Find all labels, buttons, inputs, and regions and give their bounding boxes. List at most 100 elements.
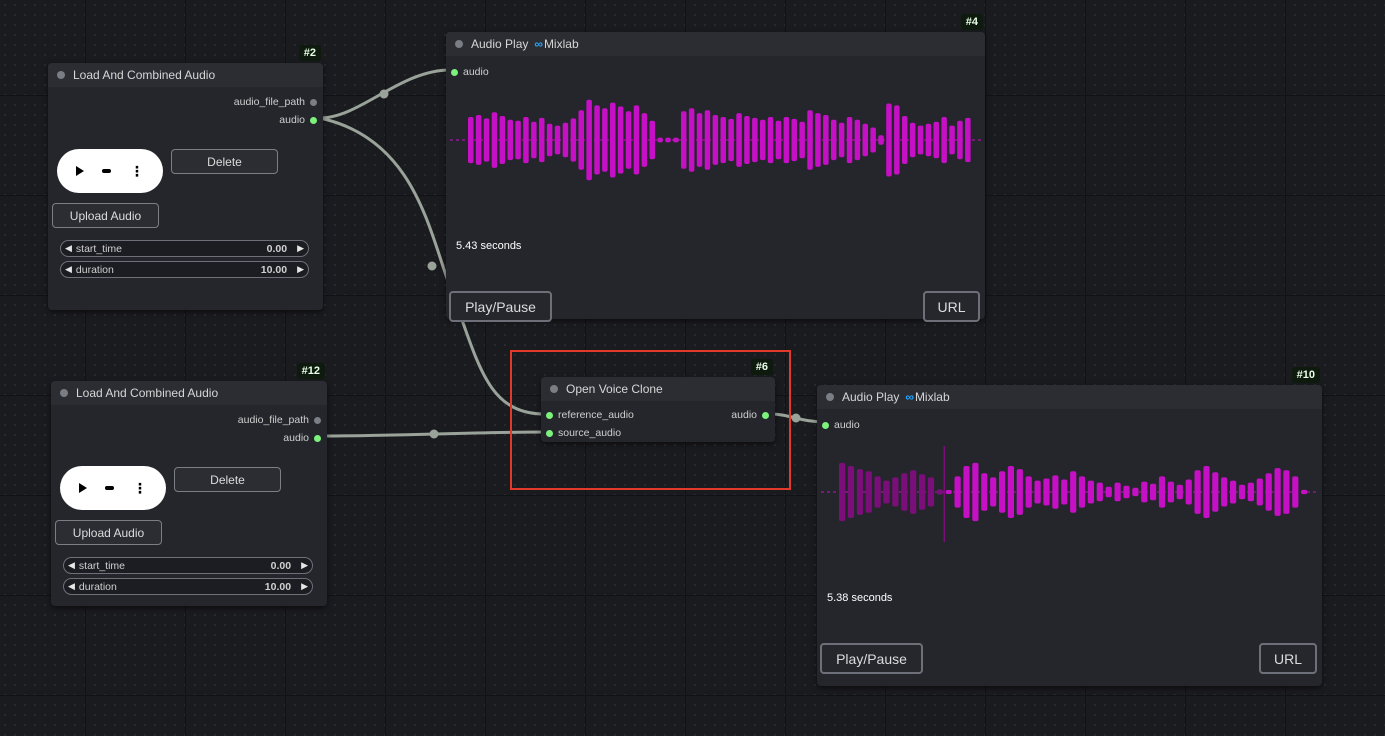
waveform-bar — [1043, 478, 1050, 506]
input-audio[interactable]: audio — [822, 419, 860, 431]
increment-arrow-icon[interactable]: ▶ — [293, 243, 308, 254]
audio-player[interactable]: ⋮ — [57, 149, 163, 193]
start-time-widget[interactable]: ◀ start_time 0.00 ▶ — [63, 557, 313, 574]
play-icon[interactable] — [76, 166, 85, 176]
output-audio-file-path[interactable]: audio_file_path — [234, 96, 317, 108]
infinity-icon: ∞ — [905, 390, 914, 404]
upload-audio-button[interactable]: Upload Audio — [55, 520, 162, 545]
waveform-bar — [720, 117, 726, 164]
widget-value[interactable]: 0.00 — [271, 560, 291, 572]
slot-dot-icon[interactable] — [310, 116, 317, 124]
wire-reroute-dot[interactable] — [427, 261, 437, 271]
play-icon[interactable] — [79, 483, 88, 493]
waveform-bar — [791, 118, 797, 162]
waveform-bar — [712, 115, 719, 165]
waveform-bar — [949, 125, 955, 155]
waveform-bar — [570, 118, 577, 162]
duration-widget[interactable]: ◀ duration 10.00 ▶ — [60, 261, 309, 278]
slot-dot-icon[interactable] — [822, 421, 829, 429]
audio-play-node-4[interactable]: #4 Audio Play ∞ Mixlab audio 5.43 second… — [446, 14, 985, 322]
slot-dot-icon[interactable] — [314, 434, 321, 442]
volume-icon[interactable] — [105, 486, 115, 490]
waveform-bar — [539, 117, 545, 163]
audio-player[interactable]: ⋮ — [60, 466, 166, 510]
node-header[interactable]: Load And Combined Audio — [51, 381, 327, 405]
load-audio-node-2[interactable]: #2 Load And Combined Audio audio_file_pa… — [48, 45, 323, 310]
waveform[interactable] — [446, 92, 985, 188]
url-button[interactable]: URL — [923, 291, 980, 322]
url-button[interactable]: URL — [1259, 643, 1317, 674]
waveform-bar — [894, 105, 900, 175]
waveform-bar — [1070, 471, 1077, 513]
waveform-bar — [892, 477, 899, 507]
wire-reroute-dot[interactable] — [429, 429, 439, 439]
delete-button[interactable]: Delete — [171, 149, 278, 174]
slot-dot-icon[interactable] — [314, 416, 321, 424]
waveform-bar — [499, 116, 506, 164]
decrement-arrow-icon[interactable]: ◀ — [64, 560, 79, 571]
waveform-bar — [1096, 482, 1103, 502]
waveform-bar — [945, 490, 952, 494]
waveform-bar — [933, 121, 939, 159]
waveform-bar — [578, 110, 584, 170]
waveform-bar — [874, 476, 881, 508]
wire-reroute-dot[interactable] — [791, 413, 801, 423]
waveform-bar — [878, 135, 884, 145]
output-audio-file-path[interactable]: audio_file_path — [238, 414, 321, 426]
waveform-bar — [475, 115, 482, 165]
input-audio[interactable]: audio — [451, 66, 489, 78]
waveform[interactable] — [817, 440, 1322, 544]
waveform-bar — [1150, 483, 1157, 501]
audio-play-node-10[interactable]: #10 Audio Play ∞ Mixlab audio 5.38 secon… — [817, 367, 1322, 686]
output-audio[interactable]: audio — [279, 114, 317, 126]
waveform-bar — [972, 462, 979, 522]
waveform-bar — [728, 118, 734, 162]
play-pause-button[interactable]: Play/Pause — [449, 291, 552, 322]
node-header[interactable]: Load And Combined Audio — [48, 63, 323, 87]
widget-label: duration — [78, 580, 117, 593]
output-audio[interactable]: audio — [283, 432, 321, 444]
increment-arrow-icon[interactable]: ▶ — [293, 264, 308, 275]
duration-widget[interactable]: ◀ duration 10.00 ▶ — [63, 578, 313, 595]
collapse-dot-icon[interactable] — [60, 389, 68, 397]
waveform-bar — [823, 115, 829, 165]
volume-icon[interactable] — [102, 169, 112, 173]
play-pause-button[interactable]: Play/Pause — [820, 643, 923, 674]
decrement-arrow-icon[interactable]: ◀ — [61, 243, 76, 254]
load-audio-node-12[interactable]: #12 Load And Combined Audio audio_file_p… — [51, 363, 327, 606]
more-options-icon[interactable]: ⋮ — [130, 164, 144, 178]
decrement-arrow-icon[interactable]: ◀ — [61, 264, 76, 275]
start-time-widget[interactable]: ◀ start_time 0.00 ▶ — [60, 240, 309, 257]
collapse-dot-icon[interactable] — [455, 40, 463, 48]
node-header[interactable]: Audio Play ∞ Mixlab — [817, 385, 1322, 409]
collapse-dot-icon[interactable] — [57, 71, 65, 79]
waveform-bar — [815, 113, 821, 167]
waveform-bar — [483, 118, 490, 162]
more-options-icon[interactable]: ⋮ — [133, 481, 147, 495]
wire-reroute-dot[interactable] — [379, 89, 389, 99]
waveform-bar — [862, 123, 868, 157]
node-header[interactable]: Audio Play ∞ Mixlab — [446, 32, 985, 56]
waveform-bar — [1141, 481, 1148, 503]
increment-arrow-icon[interactable]: ▶ — [297, 581, 312, 592]
waveform-bar — [1087, 480, 1094, 504]
waveform-bar — [594, 105, 600, 175]
delete-button[interactable]: Delete — [174, 467, 281, 492]
widget-value[interactable]: 10.00 — [261, 264, 287, 276]
widget-value[interactable]: 10.00 — [265, 581, 291, 593]
duration-seconds-label: 5.38 seconds — [827, 592, 893, 604]
waveform-bar — [909, 122, 916, 158]
waveform-bar — [865, 471, 872, 513]
widget-value[interactable]: 0.00 — [267, 243, 287, 255]
waveform-bar — [586, 99, 592, 181]
increment-arrow-icon[interactable]: ▶ — [297, 560, 312, 571]
upload-audio-button[interactable]: Upload Audio — [52, 203, 159, 228]
waveform-bar — [1265, 473, 1272, 511]
wire-load1-to-play1[interactable] — [319, 68, 451, 120]
slot-dot-icon[interactable] — [310, 98, 317, 106]
slot-dot-icon[interactable] — [451, 68, 458, 76]
waveform-bar — [468, 117, 474, 164]
decrement-arrow-icon[interactable]: ◀ — [64, 581, 79, 592]
collapse-dot-icon[interactable] — [826, 393, 834, 401]
slot-label: audio_file_path — [237, 414, 309, 426]
